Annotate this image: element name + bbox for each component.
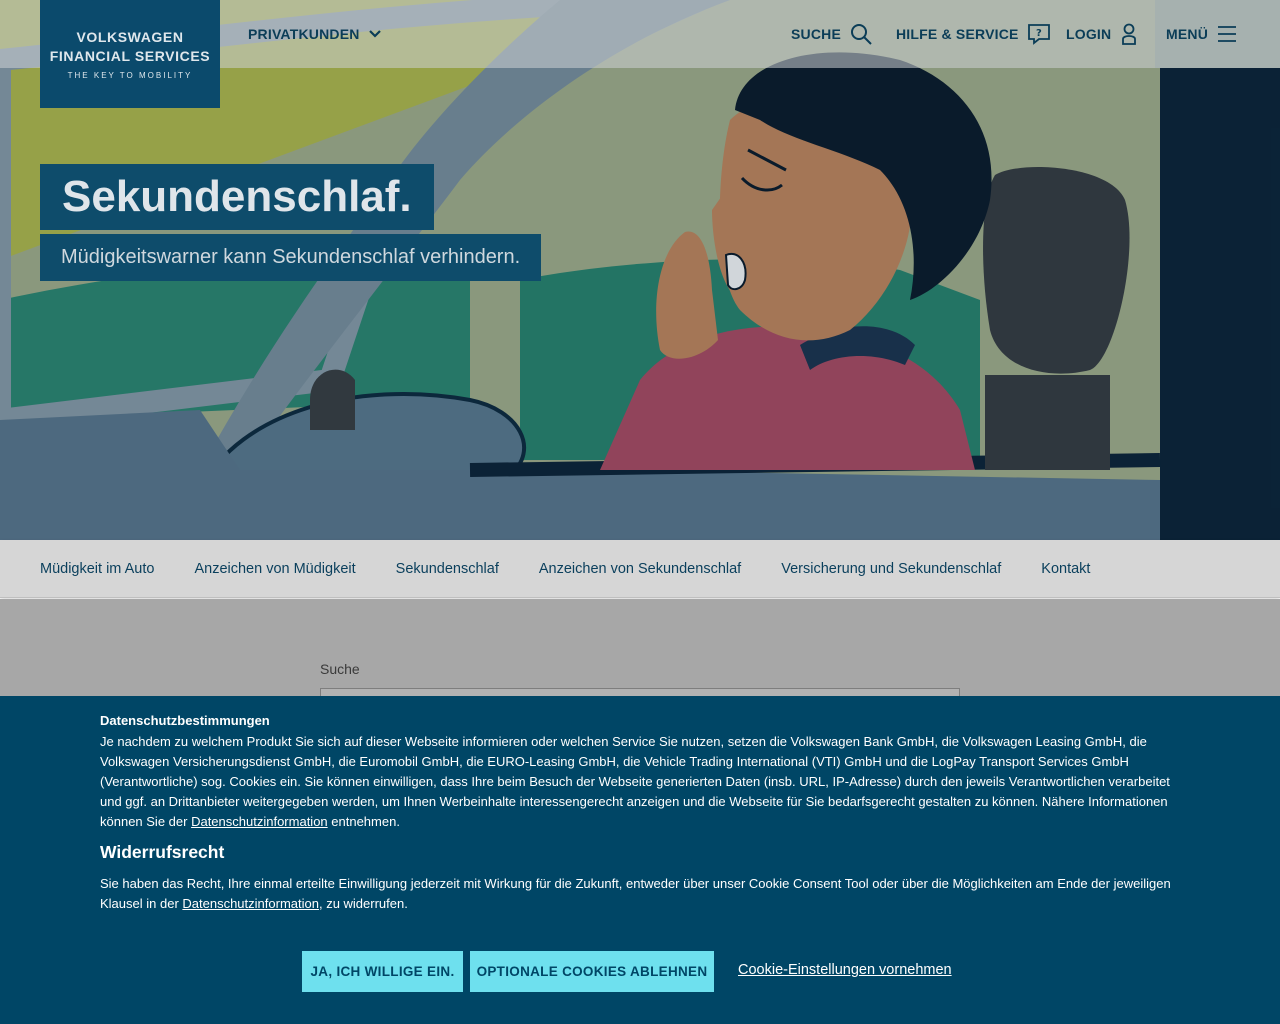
svg-text:?: ? [1036,28,1042,39]
menu-button[interactable]: MENÜ [1166,22,1238,46]
subnav-item-kontakt[interactable]: Kontakt [1041,561,1090,577]
cookie-settings-link[interactable]: Cookie-Einstellungen vornehmen [738,962,952,978]
privacy-info-link[interactable]: Datenschutzinformation [191,814,328,829]
search-icon [851,24,872,45]
brand-logo[interactable]: VOLKSWAGEN FINANCIAL SERVICES THE KEY TO… [40,0,220,108]
cookie-text: Je nachdem zu welchem Produkt Sie sich a… [100,732,1180,832]
privatkunden-dropdown[interactable]: PRIVATKUNDEN [248,22,382,46]
login-button[interactable]: LOGIN [1066,22,1139,46]
privatkunden-label: PRIVATKUNDEN [248,26,360,42]
hamburger-icon [1218,26,1237,42]
subnav-item-muedigkeit-im-auto[interactable]: Müdigkeit im Auto [40,561,154,577]
brand-tagline: THE KEY TO MOBILITY [67,71,193,80]
page-subtitle: Müdigkeitswarner kann Sekundenschlaf ver… [40,234,542,281]
section-navigation: Müdigkeit im Auto Anzeichen von Müdigkei… [0,540,1280,598]
privacy-info-link-2[interactable]: Datenschutzinformation [182,896,319,911]
menu-label: MENÜ [1166,26,1209,42]
revocation-text-end: , zu widerrufen. [318,896,408,911]
brand-line-1: VOLKSWAGEN [76,29,184,45]
revocation-heading: Widerrufsrecht [100,842,225,862]
subnav-item-anzeichen-muedigkeit[interactable]: Anzeichen von Müdigkeit [194,561,355,577]
subnav-item-anzeichen-sekundenschlaf[interactable]: Anzeichen von Sekundenschlaf [539,561,741,577]
brand-line-2: FINANCIAL SERVICES [49,48,211,64]
login-label: LOGIN [1066,26,1112,42]
search-button[interactable]: SUCHE [791,22,873,46]
user-icon [1122,23,1137,45]
help-service-button[interactable]: HILFE & SERVICE ? [896,22,1051,46]
search-field-label: Suche [320,661,360,677]
cookie-title: Datenschutzbestimmungen [100,713,270,728]
help-chat-icon: ? [1027,24,1050,45]
accept-cookies-button[interactable]: JA, ICH WILLIGE EIN. [302,951,463,992]
cookie-text-end: entnehmen. [327,814,400,829]
chevron-down-icon [368,30,381,38]
search-label: SUCHE [791,26,842,42]
decline-optional-cookies-button[interactable]: OPTIONALE COOKIES ABLEHNEN [470,951,714,992]
subnav-item-sekundenschlaf[interactable]: Sekundenschlaf [396,561,499,577]
help-service-label: HILFE & SERVICE [896,26,1019,42]
page-title: Sekundenschlaf. [40,164,434,230]
cookie-consent-banner: Datenschutzbestimmungen Je nachdem zu we… [0,696,1280,1024]
subnav-item-versicherung[interactable]: Versicherung und Sekundenschlaf [781,561,1001,577]
revocation-text: Sie haben das Recht, Ihre einmal erteilt… [100,874,1180,914]
